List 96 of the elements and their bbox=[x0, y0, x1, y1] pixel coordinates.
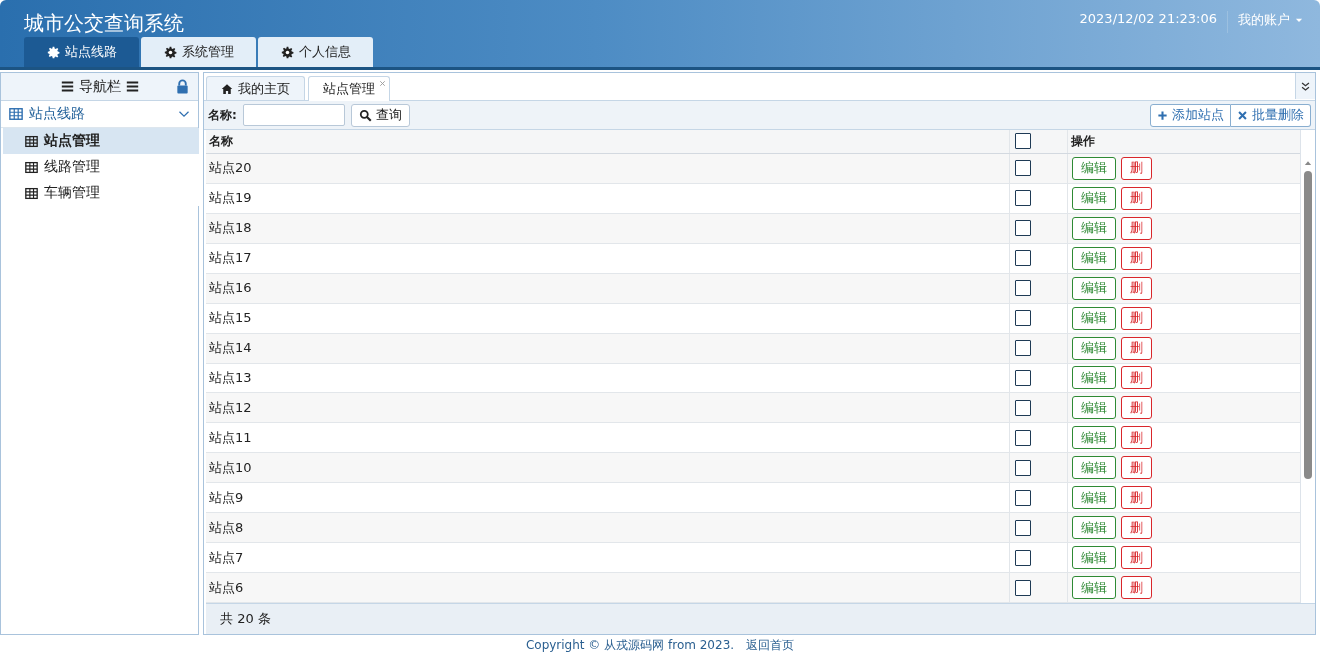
table-cell: 站点17 bbox=[206, 243, 1010, 273]
close-icon bbox=[1237, 109, 1248, 121]
nav-title: 导航栏 bbox=[78, 77, 121, 96]
checkbox[interactable] bbox=[1015, 459, 1031, 476]
home-icon bbox=[221, 82, 233, 95]
nav-item[interactable]: 站点管理 bbox=[3, 128, 199, 154]
module-tab[interactable]: 个人信息 bbox=[258, 37, 373, 67]
checkbox[interactable] bbox=[1015, 370, 1031, 386]
checkbox[interactable] bbox=[1015, 220, 1031, 237]
grid-icon bbox=[25, 186, 38, 200]
checkbox[interactable] bbox=[1015, 489, 1031, 506]
record-count: 共 20 条 bbox=[220, 610, 271, 628]
delete-button[interactable]: 删 bbox=[1121, 576, 1152, 600]
edit-button[interactable]: 编辑 bbox=[1072, 516, 1116, 540]
gear-icon bbox=[163, 45, 177, 59]
search-icon bbox=[358, 108, 372, 122]
edit-button[interactable]: 编辑 bbox=[1072, 216, 1116, 240]
edit-button[interactable]: 编辑 bbox=[1072, 366, 1116, 390]
checkbox[interactable] bbox=[1015, 519, 1031, 536]
table-cell: 站点8 bbox=[206, 513, 1010, 543]
search-button[interactable]: 查询 bbox=[350, 103, 410, 127]
edit-button[interactable]: 编辑 bbox=[1072, 156, 1116, 180]
double-chevron-icon bbox=[1300, 80, 1311, 92]
table-cell: 站点14 bbox=[206, 333, 1010, 363]
page-tab[interactable]: 我的主页 bbox=[206, 76, 305, 100]
date-time: 2023/12/02 21:23:06 bbox=[1079, 11, 1228, 33]
batch-delete-button[interactable]: 批量删除 bbox=[1231, 103, 1311, 127]
checkbox[interactable] bbox=[1015, 133, 1031, 150]
checkbox[interactable] bbox=[1015, 399, 1031, 416]
delete-button[interactable]: 删 bbox=[1121, 156, 1152, 180]
delete-button[interactable]: 删 bbox=[1121, 456, 1152, 480]
edit-button[interactable]: 编辑 bbox=[1072, 246, 1116, 270]
grid-icon bbox=[25, 134, 38, 148]
edit-button[interactable]: 编辑 bbox=[1072, 186, 1116, 210]
delete-button[interactable]: 删 bbox=[1121, 186, 1152, 210]
table-cell: 站点16 bbox=[206, 273, 1010, 303]
menu-icon bbox=[125, 80, 139, 93]
edit-button[interactable]: 编辑 bbox=[1072, 486, 1116, 510]
search-label: 名称: bbox=[208, 106, 237, 124]
delete-button[interactable]: 删 bbox=[1121, 546, 1152, 570]
checkbox[interactable] bbox=[1015, 340, 1031, 357]
page-tab[interactable]: 站点管理 bbox=[308, 76, 390, 101]
column-header: 名称 bbox=[206, 130, 1010, 153]
column-header: 操作 bbox=[1070, 132, 1096, 150]
copyright-text: Copyright © 从戎源码网 from 2023. bbox=[525, 636, 735, 654]
edit-button[interactable]: 编辑 bbox=[1072, 426, 1116, 450]
delete-button[interactable]: 删 bbox=[1121, 216, 1152, 240]
table-cell: 站点7 bbox=[206, 543, 1010, 573]
table-cell: 站点13 bbox=[206, 363, 1010, 393]
delete-button[interactable]: 删 bbox=[1121, 516, 1152, 540]
module-tab[interactable]: 站点线路 bbox=[24, 37, 139, 67]
edit-button[interactable]: 编辑 bbox=[1072, 276, 1116, 300]
delete-button[interactable]: 删 bbox=[1121, 396, 1152, 420]
checkbox[interactable] bbox=[1015, 280, 1031, 297]
home-link[interactable]: 返回首页 bbox=[746, 636, 795, 654]
app-title: 城市公交查询系统 bbox=[24, 10, 185, 37]
delete-button[interactable]: 删 bbox=[1121, 486, 1152, 510]
table-cell: 站点6 bbox=[206, 573, 1010, 602]
checkbox[interactable] bbox=[1015, 429, 1031, 446]
gear-icon bbox=[280, 45, 294, 59]
grid-icon bbox=[25, 160, 38, 174]
checkbox[interactable] bbox=[1015, 579, 1031, 596]
edit-button[interactable]: 编辑 bbox=[1072, 576, 1116, 600]
table-cell: 站点12 bbox=[206, 393, 1010, 423]
delete-button[interactable]: 删 bbox=[1121, 246, 1152, 270]
plus-icon bbox=[1157, 109, 1168, 121]
table-cell: 站点20 bbox=[206, 153, 1010, 183]
edit-button[interactable]: 编辑 bbox=[1072, 396, 1116, 420]
gear-icon bbox=[46, 45, 60, 59]
add-button[interactable]: 添加站点 bbox=[1150, 103, 1231, 127]
table-cell: 站点11 bbox=[206, 423, 1010, 453]
collapse-button[interactable] bbox=[1295, 73, 1315, 99]
delete-button[interactable]: 删 bbox=[1121, 276, 1152, 300]
lock-icon bbox=[175, 79, 190, 94]
table-cell: 站点15 bbox=[206, 303, 1010, 333]
checkbox[interactable] bbox=[1015, 310, 1031, 327]
grid-icon bbox=[9, 107, 23, 121]
table-cell: 站点9 bbox=[206, 483, 1010, 513]
table-cell: 站点18 bbox=[206, 213, 1010, 243]
checkbox[interactable] bbox=[1015, 549, 1031, 566]
table-cell: 站点10 bbox=[206, 453, 1010, 483]
checkbox[interactable] bbox=[1015, 190, 1031, 207]
edit-button[interactable]: 编辑 bbox=[1072, 336, 1116, 360]
search-field[interactable] bbox=[242, 104, 345, 126]
module-tab[interactable]: 系统管理 bbox=[141, 37, 256, 67]
delete-button[interactable]: 删 bbox=[1121, 336, 1152, 360]
menu-icon bbox=[60, 80, 74, 93]
edit-button[interactable]: 编辑 bbox=[1072, 456, 1116, 480]
edit-button[interactable]: 编辑 bbox=[1072, 546, 1116, 570]
table-cell: 站点19 bbox=[206, 183, 1010, 213]
delete-button[interactable]: 删 bbox=[1121, 366, 1152, 390]
checkbox[interactable] bbox=[1015, 250, 1031, 267]
delete-button[interactable]: 删 bbox=[1121, 306, 1152, 330]
edit-button[interactable]: 编辑 bbox=[1072, 306, 1116, 330]
delete-button[interactable]: 删 bbox=[1121, 426, 1152, 450]
checkbox[interactable] bbox=[1015, 160, 1031, 177]
